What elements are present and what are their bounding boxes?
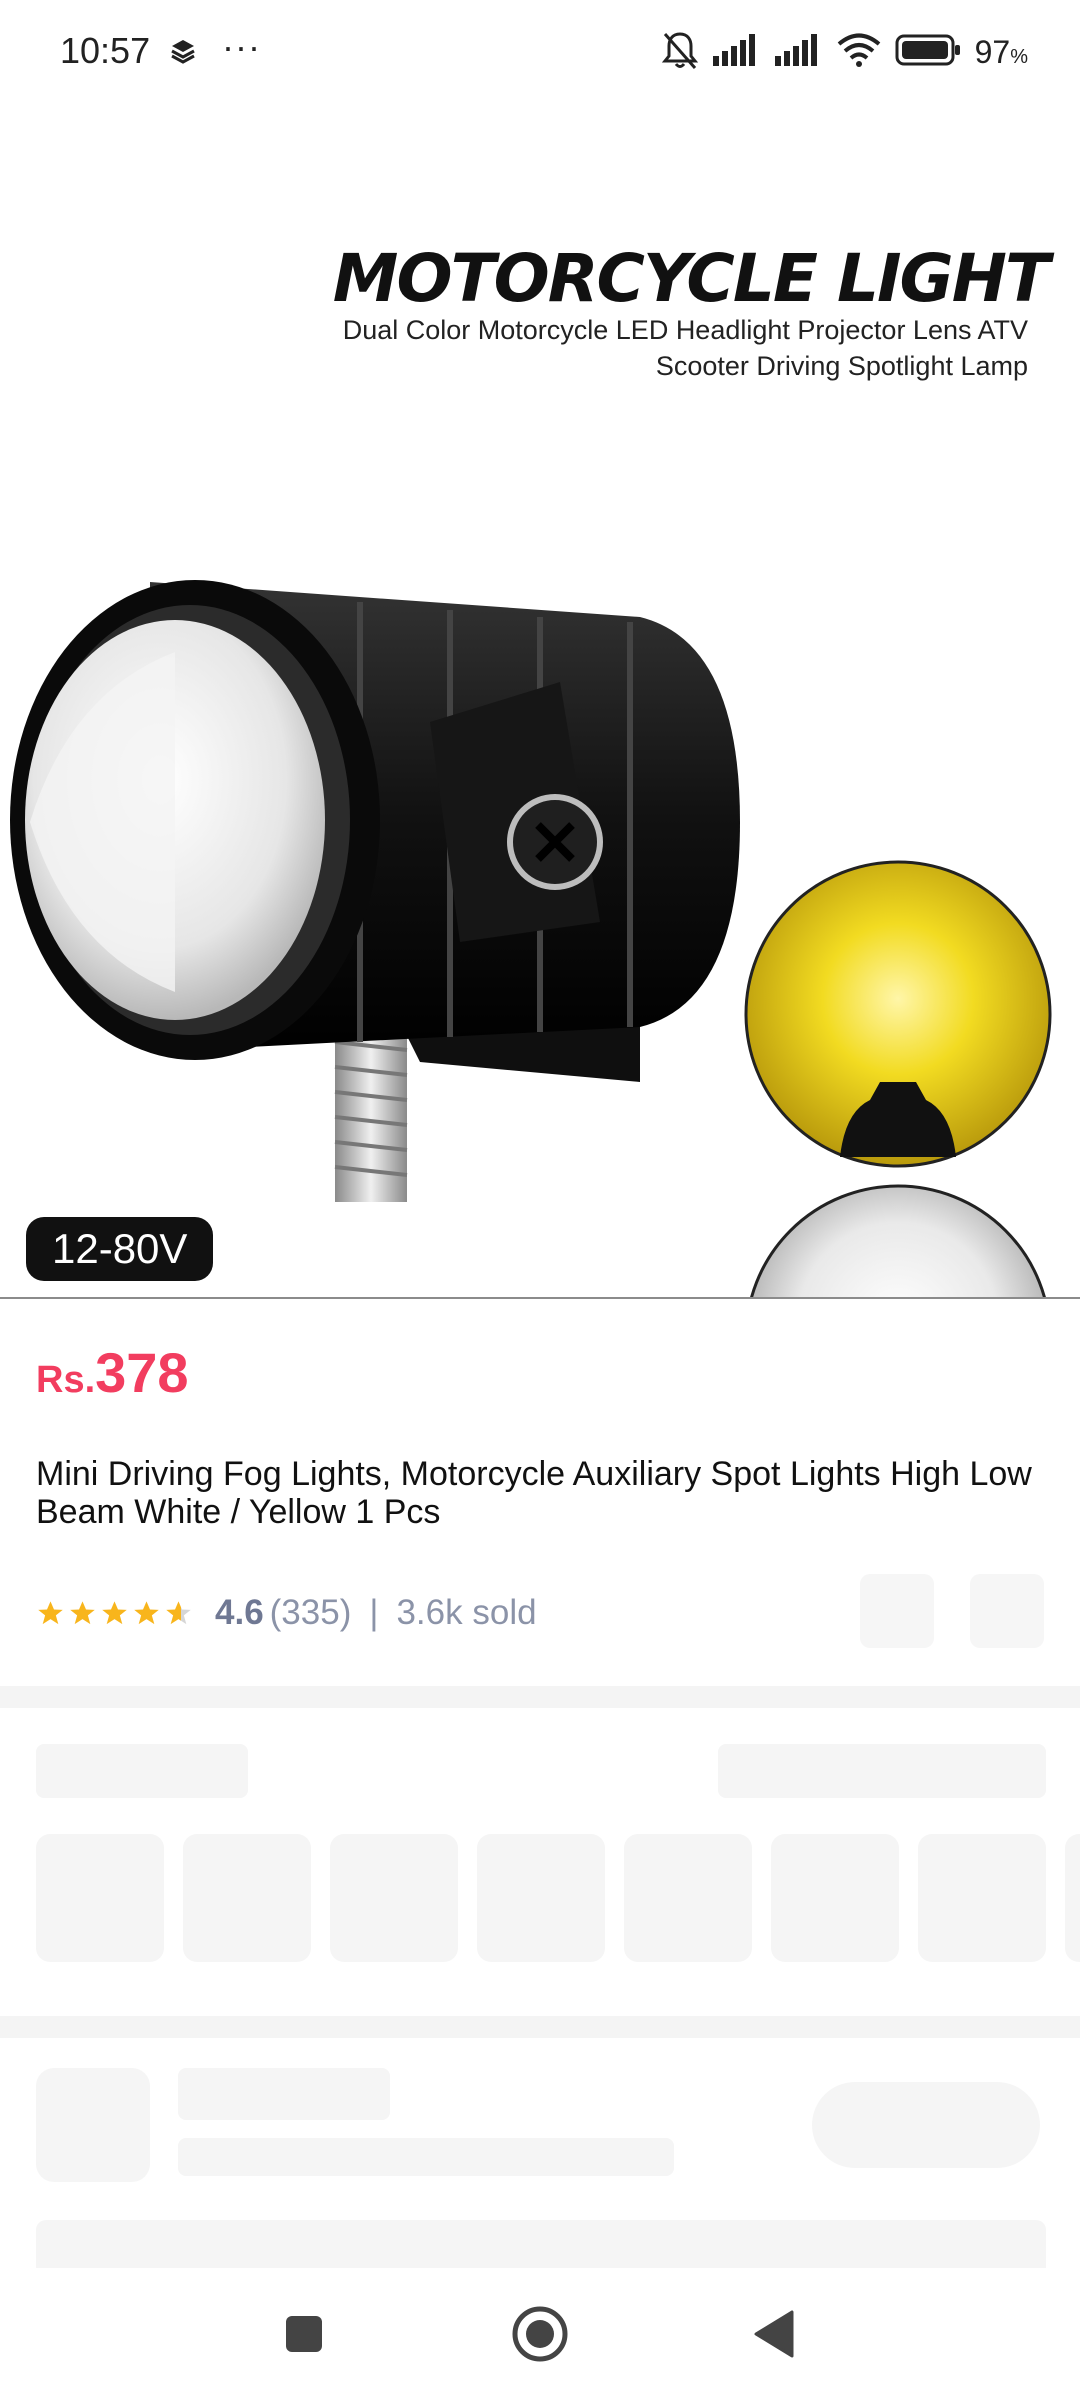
layers-icon <box>170 38 196 69</box>
back-button[interactable] <box>734 2294 814 2374</box>
skeleton-variant-tile <box>1065 1834 1080 1962</box>
skeleton-label <box>36 1744 248 1798</box>
star-icon <box>70 1601 95 1625</box>
battery-icon <box>895 33 961 72</box>
star-rating <box>36 1599 193 1627</box>
recents-square-icon <box>286 2316 322 2352</box>
wifi-icon <box>837 33 881 72</box>
skeleton-variant-tile <box>918 1834 1046 1962</box>
star-icon <box>38 1601 63 1625</box>
section-divider <box>0 1686 1080 1708</box>
product-image[interactable]: MOTORCYCLE LIGHT Dual Color Motorcycle L… <box>0 222 1080 1299</box>
recents-button[interactable] <box>264 2294 344 2374</box>
home-button[interactable] <box>500 2294 580 2374</box>
product-price: Rs.378 <box>36 1340 189 1405</box>
status-bar: 10:57 ··· 97% <box>0 0 1080 110</box>
wishlist-button-placeholder[interactable] <box>970 1574 1044 1648</box>
star-icon <box>102 1601 127 1625</box>
review-count[interactable]: (335) <box>270 1593 352 1633</box>
separator: | <box>369 1593 379 1632</box>
price-amount: 378 <box>95 1341 189 1404</box>
rating-value: 4.6 <box>215 1593 264 1632</box>
skeleton-bar <box>36 2220 1046 2268</box>
skeleton-variant-tile <box>624 1834 752 1962</box>
skeleton-variant-tile <box>477 1834 605 1962</box>
star-icon <box>134 1601 159 1625</box>
back-triangle-icon <box>754 2310 794 2358</box>
home-circle-icon <box>512 2306 568 2362</box>
skeleton-line <box>178 2138 674 2176</box>
battery-percent: 97% <box>974 33 1028 70</box>
skeleton-line <box>178 2068 390 2120</box>
skeleton-variant-tile <box>36 1834 164 1962</box>
mute-icon <box>661 30 699 75</box>
headlight-illustration <box>10 580 1052 1297</box>
skeleton-button <box>812 2082 1040 2168</box>
status-time: 10:57 <box>60 30 151 71</box>
sold-count: 3.6k sold <box>396 1593 537 1632</box>
price-currency: Rs. <box>36 1359 96 1401</box>
signal-icon <box>712 33 761 71</box>
signal-icon <box>774 33 823 71</box>
system-nav-bar <box>0 2268 1080 2400</box>
skeleton-variant-tile <box>771 1834 899 1962</box>
share-button-placeholder[interactable] <box>860 1574 934 1648</box>
skeleton-avatar <box>36 2068 150 2182</box>
skeleton-variant-tile <box>183 1834 311 1962</box>
product-title: Mini Driving Fog Lights, Motorcycle Auxi… <box>36 1455 1032 1531</box>
skeleton-variant-tile <box>330 1834 458 1962</box>
section-divider <box>0 2016 1080 2038</box>
half-star-icon <box>166 1601 191 1625</box>
rating-row[interactable]: 4.6 (335) | 3.6k sold <box>36 1588 537 1638</box>
overflow-dots-icon: ··· <box>222 26 261 67</box>
voltage-badge: 12-80V <box>26 1217 214 1281</box>
skeleton-label <box>718 1744 1046 1798</box>
